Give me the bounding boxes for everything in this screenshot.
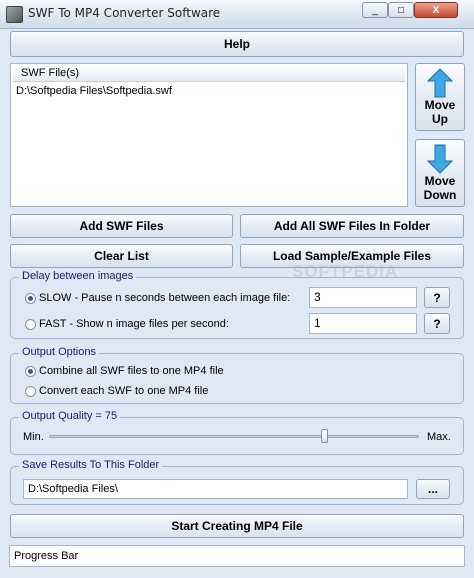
slow-seconds-value: 3 <box>314 290 321 304</box>
add-folder-label: Add All SWF Files In Folder <box>273 219 431 233</box>
fast-count-input[interactable]: 1 <box>309 313 417 334</box>
slow-label: SLOW - Pause n seconds between each imag… <box>39 292 291 304</box>
move-down-button[interactable]: Move Down <box>415 139 465 207</box>
progress-bar: Progress Bar <box>9 545 465 567</box>
quality-group: Output Quality = 75 Min. Max. <box>10 410 464 455</box>
each-label: Convert each SWF to one MP4 file <box>39 385 209 397</box>
file-list[interactable]: SWF File(s) D:\Softpedia Files\Softpedia… <box>10 63 408 207</box>
slow-help-label: ? <box>433 290 441 305</box>
quality-max-label: Max. <box>427 431 451 443</box>
output-options-title: Output Options <box>19 346 99 358</box>
save-folder-title: Save Results To This Folder <box>19 459 163 471</box>
close-button[interactable]: X <box>414 2 458 18</box>
title-bar: SWF To MP4 Converter Software _ □ X <box>0 0 474 29</box>
clear-list-button[interactable]: Clear List <box>10 244 233 268</box>
save-folder-path: D:\Softpedia Files\ <box>28 483 118 495</box>
quality-title: Output Quality = 75 <box>19 410 121 422</box>
slow-help-button[interactable]: ? <box>424 287 450 308</box>
file-list-header-label: SWF File(s) <box>21 67 80 79</box>
start-button[interactable]: Start Creating MP4 File <box>10 514 464 538</box>
start-label: Start Creating MP4 File <box>171 519 303 533</box>
fast-help-button[interactable]: ? <box>424 313 450 334</box>
arrow-up-icon <box>427 68 453 98</box>
move-up-label-2: Up <box>432 112 448 126</box>
browse-button[interactable]: ... <box>416 479 450 499</box>
fast-label: FAST - Show n image files per second: <box>39 318 229 330</box>
move-down-label-2: Down <box>423 188 457 202</box>
list-item-text: D:\Softpedia Files\Softpedia.swf <box>16 85 172 97</box>
move-up-label-1: Move <box>424 98 456 112</box>
window-title: SWF To MP4 Converter Software <box>28 6 221 20</box>
combine-label: Combine all SWF files to one MP4 file <box>39 365 224 377</box>
each-radio[interactable] <box>25 386 36 397</box>
quality-min-label: Min. <box>23 431 44 443</box>
add-folder-button[interactable]: Add All SWF Files In Folder <box>240 214 464 238</box>
fast-count-value: 1 <box>314 316 321 330</box>
load-sample-label: Load Sample/Example Files <box>272 249 432 263</box>
delay-group: Delay between images SLOW - Pause n seco… <box>10 270 464 339</box>
combine-radio[interactable] <box>25 366 36 377</box>
add-swf-files-button[interactable]: Add SWF Files <box>10 214 233 238</box>
move-up-button[interactable]: Move Up <box>415 63 465 131</box>
quality-slider-track[interactable] <box>49 435 419 438</box>
list-item[interactable]: D:\Softpedia Files\Softpedia.swf <box>16 85 172 97</box>
add-swf-files-label: Add SWF Files <box>79 219 164 233</box>
file-list-header[interactable]: SWF File(s) <box>13 66 405 82</box>
delay-group-title: Delay between images <box>19 270 137 282</box>
help-label: Help <box>223 37 250 51</box>
browse-label: ... <box>427 482 438 496</box>
save-folder-group: Save Results To This Folder D:\Softpedia… <box>10 459 464 505</box>
save-folder-input[interactable]: D:\Softpedia Files\ <box>23 479 408 499</box>
slow-radio[interactable] <box>25 293 36 304</box>
app-icon <box>6 6 23 23</box>
fast-help-label: ? <box>433 316 441 331</box>
minimize-button[interactable]: _ <box>362 2 388 18</box>
maximize-button[interactable]: □ <box>388 2 414 18</box>
move-down-label-1: Move <box>424 174 456 188</box>
clear-list-label: Clear List <box>94 249 149 263</box>
output-options-group: Output Options Combine all SWF files to … <box>10 346 464 404</box>
slow-seconds-input[interactable]: 3 <box>309 287 417 308</box>
help-button[interactable]: Help <box>10 31 464 57</box>
arrow-down-icon <box>427 144 453 174</box>
fast-radio[interactable] <box>25 319 36 330</box>
progress-label: Progress Bar <box>14 550 79 562</box>
quality-slider-thumb[interactable] <box>321 429 329 443</box>
